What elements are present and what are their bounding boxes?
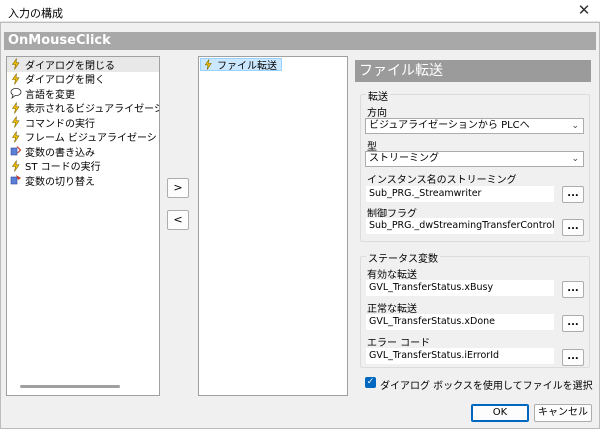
list-item[interactable]: 変数の書き込み bbox=[7, 144, 159, 159]
flags-browse-button[interactable]: ... bbox=[562, 219, 584, 236]
list-item-label: 変数の切り替え bbox=[25, 176, 95, 188]
list-item-label: コマンドの実行 bbox=[25, 118, 95, 130]
list-item-label: 変数の書き込み bbox=[25, 147, 95, 159]
valid-transfer-field[interactable]: GVL_TransferStatus.xBusy bbox=[365, 279, 555, 297]
use-dialog-checkbox-label[interactable]: ダイアログ ボックスを使用してファイルを選択 bbox=[380, 377, 593, 392]
variable-write-icon bbox=[10, 146, 22, 156]
chevron-down-icon: ⌄ bbox=[571, 154, 579, 164]
transfer-group-legend: 転送 bbox=[366, 88, 390, 103]
list-item-label: 表示されるビジュアライゼーションを変 bbox=[25, 104, 159, 116]
list-item-label: 言語を変更 bbox=[25, 89, 75, 101]
event-header: OnMouseClick bbox=[4, 32, 596, 50]
valid-transfer-browse-button[interactable]: ... bbox=[562, 281, 584, 298]
lightning-icon bbox=[11, 160, 20, 172]
lightning-icon bbox=[11, 102, 20, 114]
list-item[interactable]: フレーム ビジュアライゼーションの切り bbox=[7, 130, 159, 145]
list-item[interactable]: 表示されるビジュアライゼーションを変 bbox=[7, 101, 159, 116]
list-item-label: ダイアログを閉じる bbox=[25, 60, 115, 72]
cancel-button[interactable]: キャンセル bbox=[534, 404, 592, 422]
type-select-value: ストリーミング bbox=[369, 153, 439, 164]
direction-label: 方向 bbox=[367, 108, 387, 119]
ok-button[interactable]: OK bbox=[471, 404, 529, 422]
assigned-item-label: ファイル転送 bbox=[217, 61, 277, 72]
list-item-label: ダイアログを開く bbox=[25, 75, 105, 87]
error-code-browse-button[interactable]: ... bbox=[562, 349, 584, 366]
list-item-label: ST コードの実行 bbox=[25, 162, 101, 174]
list-item[interactable]: 変数の切り替え bbox=[7, 173, 159, 188]
normal-transfer-browse-button[interactable]: ... bbox=[562, 315, 584, 332]
title-bar: 入力の構成 ✕ bbox=[0, 0, 600, 22]
panel-title: ファイル転送 bbox=[355, 60, 591, 82]
action-list[interactable]: ダイアログを閉じる ダイアログを開く 言語を変更 表示されるビジュアライゼーショ… bbox=[6, 56, 160, 396]
remove-action-button[interactable]: < bbox=[167, 210, 189, 230]
direction-select-value: ビジュアライゼーションから PLCへ bbox=[369, 120, 530, 131]
lightning-icon bbox=[11, 73, 20, 85]
list-item[interactable]: 言語を変更 bbox=[7, 86, 159, 101]
use-dialog-checkbox[interactable]: ✓ bbox=[365, 377, 376, 388]
window-title: 入力の構成 bbox=[8, 7, 63, 20]
horizontal-scrollbar[interactable] bbox=[20, 385, 120, 388]
type-select[interactable]: ストリーミング ⌄ bbox=[365, 151, 584, 167]
status-group-legend: ステータス変数 bbox=[366, 250, 440, 265]
list-item[interactable]: ダイアログを開く bbox=[7, 72, 159, 87]
list-item[interactable]: ST コードの実行 bbox=[7, 159, 159, 174]
direction-select[interactable]: ビジュアライゼーションから PLCへ ⌄ bbox=[365, 118, 584, 134]
close-icon[interactable]: ✕ bbox=[576, 2, 592, 18]
list-item-label: フレーム ビジュアライゼーションの切り bbox=[25, 133, 159, 145]
flags-field[interactable]: Sub_PRG._dwStreamingTransferControlFlags bbox=[365, 217, 555, 235]
lightning-icon bbox=[11, 58, 20, 70]
normal-transfer-field[interactable]: GVL_TransferStatus.xDone bbox=[365, 313, 555, 331]
lightning-icon bbox=[204, 59, 212, 70]
instance-field[interactable]: Sub_PRG._Streamwriter bbox=[365, 185, 555, 203]
lightning-icon bbox=[11, 116, 20, 128]
add-action-button[interactable]: > bbox=[167, 178, 189, 198]
list-item[interactable]: ダイアログを閉じる bbox=[7, 57, 159, 72]
variable-toggle-icon bbox=[10, 175, 21, 185]
assigned-item[interactable]: ファイル転送 bbox=[200, 58, 282, 72]
instance-browse-button[interactable]: ... bbox=[562, 186, 584, 203]
chevron-down-icon: ⌄ bbox=[571, 121, 579, 131]
lightning-icon bbox=[11, 131, 20, 143]
assigned-action-list[interactable] bbox=[198, 56, 348, 396]
error-code-field[interactable]: GVL_TransferStatus.iErrorId bbox=[365, 347, 555, 365]
speech-bubble-icon bbox=[10, 88, 22, 100]
list-item[interactable]: コマンドの実行 bbox=[7, 115, 159, 130]
instance-label: インスタンス名のストリーミング bbox=[367, 175, 517, 186]
